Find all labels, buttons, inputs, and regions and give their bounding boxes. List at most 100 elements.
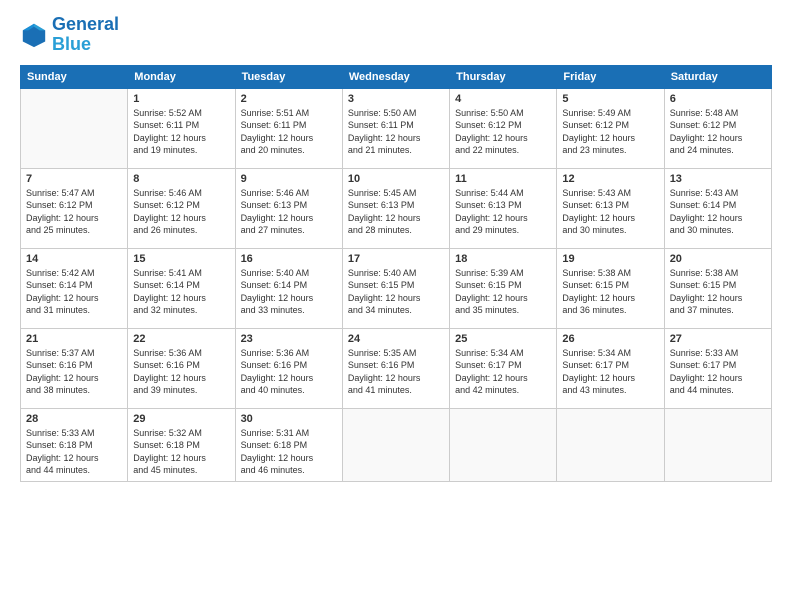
day-number: 27 — [670, 333, 766, 345]
calendar-cell: 14 Sunrise: 5:42 AMSunset: 6:14 PMDayligh… — [21, 248, 128, 328]
calendar-cell: 27 Sunrise: 5:33 AMSunset: 6:17 PMDayligh… — [664, 328, 771, 408]
calendar-cell: 22 Sunrise: 5:36 AMSunset: 6:16 PMDayligh… — [128, 328, 235, 408]
day-number: 20 — [670, 253, 766, 265]
day-info: Sunrise: 5:42 AMSunset: 6:14 PMDaylight:… — [26, 267, 122, 317]
day-number: 8 — [133, 173, 229, 185]
calendar-cell: 16Sunrise: 5:40 AMSunset: 6:14 PMDayligh… — [235, 248, 342, 328]
day-info: Sunrise: 5:34 AMSunset: 6:17 PMDaylight:… — [562, 347, 658, 397]
calendar-cell: 7 Sunrise: 5:47 AMSunset: 6:12 PMDaylight… — [21, 168, 128, 248]
day-info: Sunrise: 5:32 AMSunset: 6:18 PMDaylight:… — [133, 427, 229, 477]
header-sunday: Sunday — [21, 65, 128, 88]
calendar-cell: 13Sunrise: 5:43 AMSunset: 6:14 PMDayligh… — [664, 168, 771, 248]
day-info: Sunrise: 5:39 AMSunset: 6:15 PMDaylight:… — [455, 267, 551, 317]
day-number: 5 — [562, 93, 658, 105]
logo-icon — [20, 21, 48, 49]
day-info: Sunrise: 5:50 AMSunset: 6:12 PMDaylight:… — [455, 107, 551, 157]
calendar-cell: 15 Sunrise: 5:41 AMSunset: 6:14 PMDayligh… — [128, 248, 235, 328]
day-info: Sunrise: 5:34 AMSunset: 6:17 PMDaylight:… — [455, 347, 551, 397]
calendar-cell: 2 Sunrise: 5:51 AMSunset: 6:11 PMDaylight… — [235, 88, 342, 168]
calendar-cell — [342, 408, 449, 481]
day-info: Sunrise: 5:47 AMSunset: 6:12 PMDaylight:… — [26, 187, 122, 237]
day-number: 1 — [133, 93, 229, 105]
day-info: Sunrise: 5:40 AMSunset: 6:14 PMDaylight:… — [241, 267, 337, 317]
calendar-cell — [664, 408, 771, 481]
day-number: 2 — [241, 93, 337, 105]
day-info: Sunrise: 5:49 AMSunset: 6:12 PMDaylight:… — [562, 107, 658, 157]
day-number: 24 — [348, 333, 444, 345]
calendar-cell: 4 Sunrise: 5:50 AMSunset: 6:12 PMDaylight… — [450, 88, 557, 168]
day-info: Sunrise: 5:37 AMSunset: 6:16 PMDaylight:… — [26, 347, 122, 397]
calendar-cell: 26 Sunrise: 5:34 AMSunset: 6:17 PMDayligh… — [557, 328, 664, 408]
day-info: Sunrise: 5:43 AMSunset: 6:14 PMDaylight:… — [670, 187, 766, 237]
calendar-cell: 9 Sunrise: 5:46 AMSunset: 6:13 PMDaylight… — [235, 168, 342, 248]
day-info: Sunrise: 5:45 AMSunset: 6:13 PMDaylight:… — [348, 187, 444, 237]
page: General Blue Sunday Monday Tuesday Wedne… — [0, 0, 792, 612]
day-number: 9 — [241, 173, 337, 185]
day-number: 14 — [26, 253, 122, 265]
day-number: 21 — [26, 333, 122, 345]
calendar-cell: 5 Sunrise: 5:49 AMSunset: 6:12 PMDaylight… — [557, 88, 664, 168]
day-number: 23 — [241, 333, 337, 345]
header-friday: Friday — [557, 65, 664, 88]
weekday-header-row: Sunday Monday Tuesday Wednesday Thursday… — [21, 65, 772, 88]
calendar-cell: 20Sunrise: 5:38 AMSunset: 6:15 PMDayligh… — [664, 248, 771, 328]
day-number: 29 — [133, 413, 229, 425]
day-info: Sunrise: 5:43 AMSunset: 6:13 PMDaylight:… — [562, 187, 658, 237]
day-info: Sunrise: 5:41 AMSunset: 6:14 PMDaylight:… — [133, 267, 229, 317]
header-wednesday: Wednesday — [342, 65, 449, 88]
calendar-cell: 29 Sunrise: 5:32 AMSunset: 6:18 PMDayligh… — [128, 408, 235, 481]
day-info: Sunrise: 5:46 AMSunset: 6:12 PMDaylight:… — [133, 187, 229, 237]
day-info: Sunrise: 5:40 AMSunset: 6:15 PMDaylight:… — [348, 267, 444, 317]
day-info: Sunrise: 5:35 AMSunset: 6:16 PMDaylight:… — [348, 347, 444, 397]
calendar-cell: 17 Sunrise: 5:40 AMSunset: 6:15 PMDayligh… — [342, 248, 449, 328]
calendar-cell: 23Sunrise: 5:36 AMSunset: 6:16 PMDayligh… — [235, 328, 342, 408]
day-number: 11 — [455, 173, 551, 185]
logo: General Blue — [20, 15, 119, 55]
day-info: Sunrise: 5:46 AMSunset: 6:13 PMDaylight:… — [241, 187, 337, 237]
calendar-cell: 10 Sunrise: 5:45 AMSunset: 6:13 PMDayligh… — [342, 168, 449, 248]
day-number: 4 — [455, 93, 551, 105]
header-saturday: Saturday — [664, 65, 771, 88]
calendar-cell: 3 Sunrise: 5:50 AMSunset: 6:11 PMDaylight… — [342, 88, 449, 168]
day-number: 3 — [348, 93, 444, 105]
calendar-cell: 19 Sunrise: 5:38 AMSunset: 6:15 PMDayligh… — [557, 248, 664, 328]
day-info: Sunrise: 5:33 AMSunset: 6:17 PMDaylight:… — [670, 347, 766, 397]
header-tuesday: Tuesday — [235, 65, 342, 88]
day-info: Sunrise: 5:36 AMSunset: 6:16 PMDaylight:… — [133, 347, 229, 397]
day-number: 7 — [26, 173, 122, 185]
day-info: Sunrise: 5:38 AMSunset: 6:15 PMDaylight:… — [562, 267, 658, 317]
day-number: 10 — [348, 173, 444, 185]
calendar-cell: 1Sunrise: 5:52 AMSunset: 6:11 PMDaylight… — [128, 88, 235, 168]
day-number: 25 — [455, 333, 551, 345]
day-info: Sunrise: 5:51 AMSunset: 6:11 PMDaylight:… — [241, 107, 337, 157]
day-info: Sunrise: 5:48 AMSunset: 6:12 PMDaylight:… — [670, 107, 766, 157]
calendar-cell: 18 Sunrise: 5:39 AMSunset: 6:15 PMDayligh… — [450, 248, 557, 328]
day-info: Sunrise: 5:33 AMSunset: 6:18 PMDaylight:… — [26, 427, 122, 477]
day-number: 17 — [348, 253, 444, 265]
calendar-cell — [21, 88, 128, 168]
day-number: 15 — [133, 253, 229, 265]
day-number: 22 — [133, 333, 229, 345]
header: General Blue — [20, 15, 772, 55]
day-number: 6 — [670, 93, 766, 105]
calendar-cell: 25 Sunrise: 5:34 AMSunset: 6:17 PMDayligh… — [450, 328, 557, 408]
day-number: 18 — [455, 253, 551, 265]
calendar-cell: 12 Sunrise: 5:43 AMSunset: 6:13 PMDayligh… — [557, 168, 664, 248]
day-info: Sunrise: 5:31 AMSunset: 6:18 PMDaylight:… — [241, 427, 337, 477]
logo-text: General Blue — [52, 15, 119, 55]
day-number: 26 — [562, 333, 658, 345]
day-number: 12 — [562, 173, 658, 185]
header-thursday: Thursday — [450, 65, 557, 88]
header-monday: Monday — [128, 65, 235, 88]
day-number: 19 — [562, 253, 658, 265]
day-number: 28 — [26, 413, 122, 425]
calendar-cell: 30Sunrise: 5:31 AMSunset: 6:18 PMDayligh… — [235, 408, 342, 481]
calendar-cell: 21 Sunrise: 5:37 AMSunset: 6:16 PMDayligh… — [21, 328, 128, 408]
calendar-cell: 11 Sunrise: 5:44 AMSunset: 6:13 PMDayligh… — [450, 168, 557, 248]
day-info: Sunrise: 5:44 AMSunset: 6:13 PMDaylight:… — [455, 187, 551, 237]
day-info: Sunrise: 5:50 AMSunset: 6:11 PMDaylight:… — [348, 107, 444, 157]
calendar-cell: 8 Sunrise: 5:46 AMSunset: 6:12 PMDaylight… — [128, 168, 235, 248]
calendar-cell — [557, 408, 664, 481]
calendar-table: Sunday Monday Tuesday Wednesday Thursday… — [20, 65, 772, 482]
calendar-cell: 24 Sunrise: 5:35 AMSunset: 6:16 PMDayligh… — [342, 328, 449, 408]
